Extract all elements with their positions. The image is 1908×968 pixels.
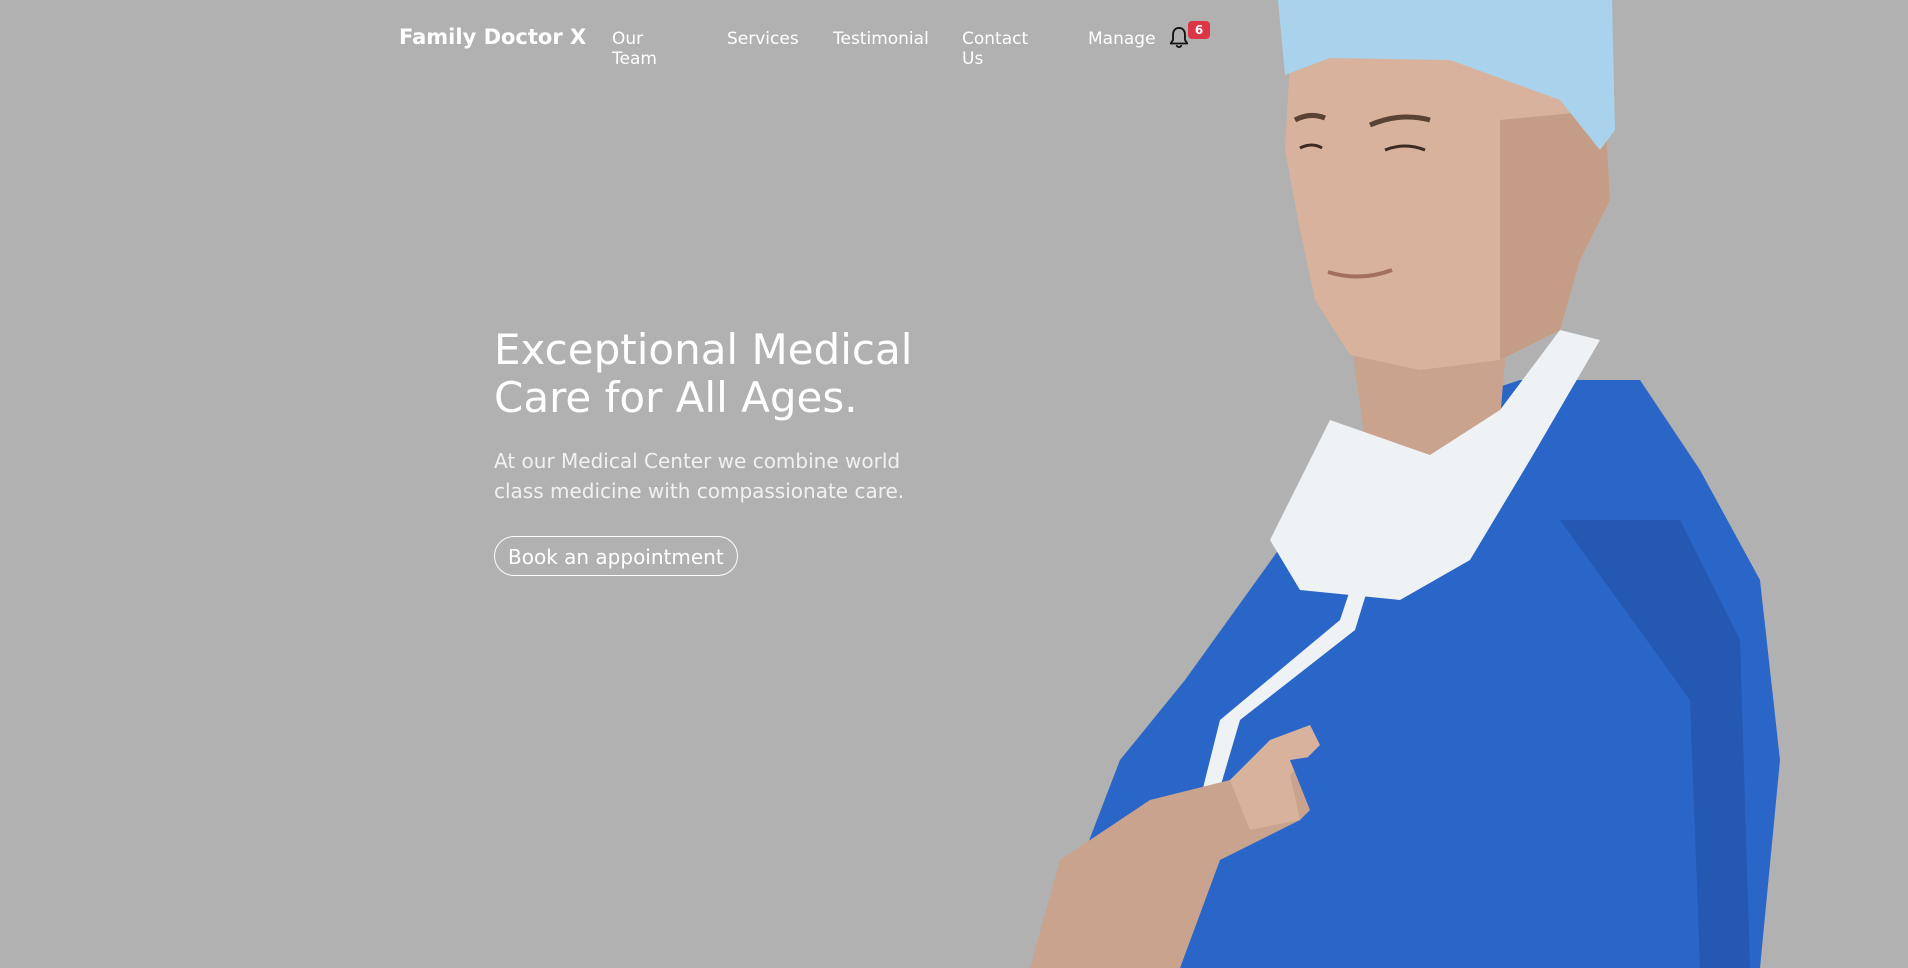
nav-link-services[interactable]: Services <box>727 29 799 49</box>
hero-section: Exceptional Medical Care for All Ages. A… <box>494 326 964 576</box>
doctor-face-shade <box>1500 110 1610 360</box>
hero-subtitle-line-1: At our Medical Center we combine world <box>494 449 901 473</box>
doctor-image <box>1030 0 1780 968</box>
nav-link-contact-us[interactable]: Contact Us <box>962 29 1028 69</box>
notification-badge: 6 <box>1188 21 1210 39</box>
hero-title: Exceptional Medical Care for All Ages. <box>494 326 964 422</box>
hero-subtitle: At our Medical Center we combine world c… <box>494 446 924 506</box>
bell-icon[interactable] <box>1168 26 1190 50</box>
nav-link-testimonial[interactable]: Testimonial <box>833 29 929 49</box>
doctor-ear <box>1555 147 1595 223</box>
navbar: Family Doctor X Our Team Services Testim… <box>0 0 1908 78</box>
brand-logo[interactable]: Family Doctor X <box>399 25 586 49</box>
nav-link-manage[interactable]: Manage <box>1088 29 1156 49</box>
nav-link-our-team[interactable]: Our Team <box>612 29 657 69</box>
hero-title-line-2: Care for All Ages. <box>494 373 858 422</box>
hero-title-line-1: Exceptional Medical <box>494 325 913 374</box>
book-appointment-button[interactable]: Book an appointment <box>494 536 738 576</box>
hero-subtitle-line-2: class medicine with compassionate care. <box>494 479 905 503</box>
